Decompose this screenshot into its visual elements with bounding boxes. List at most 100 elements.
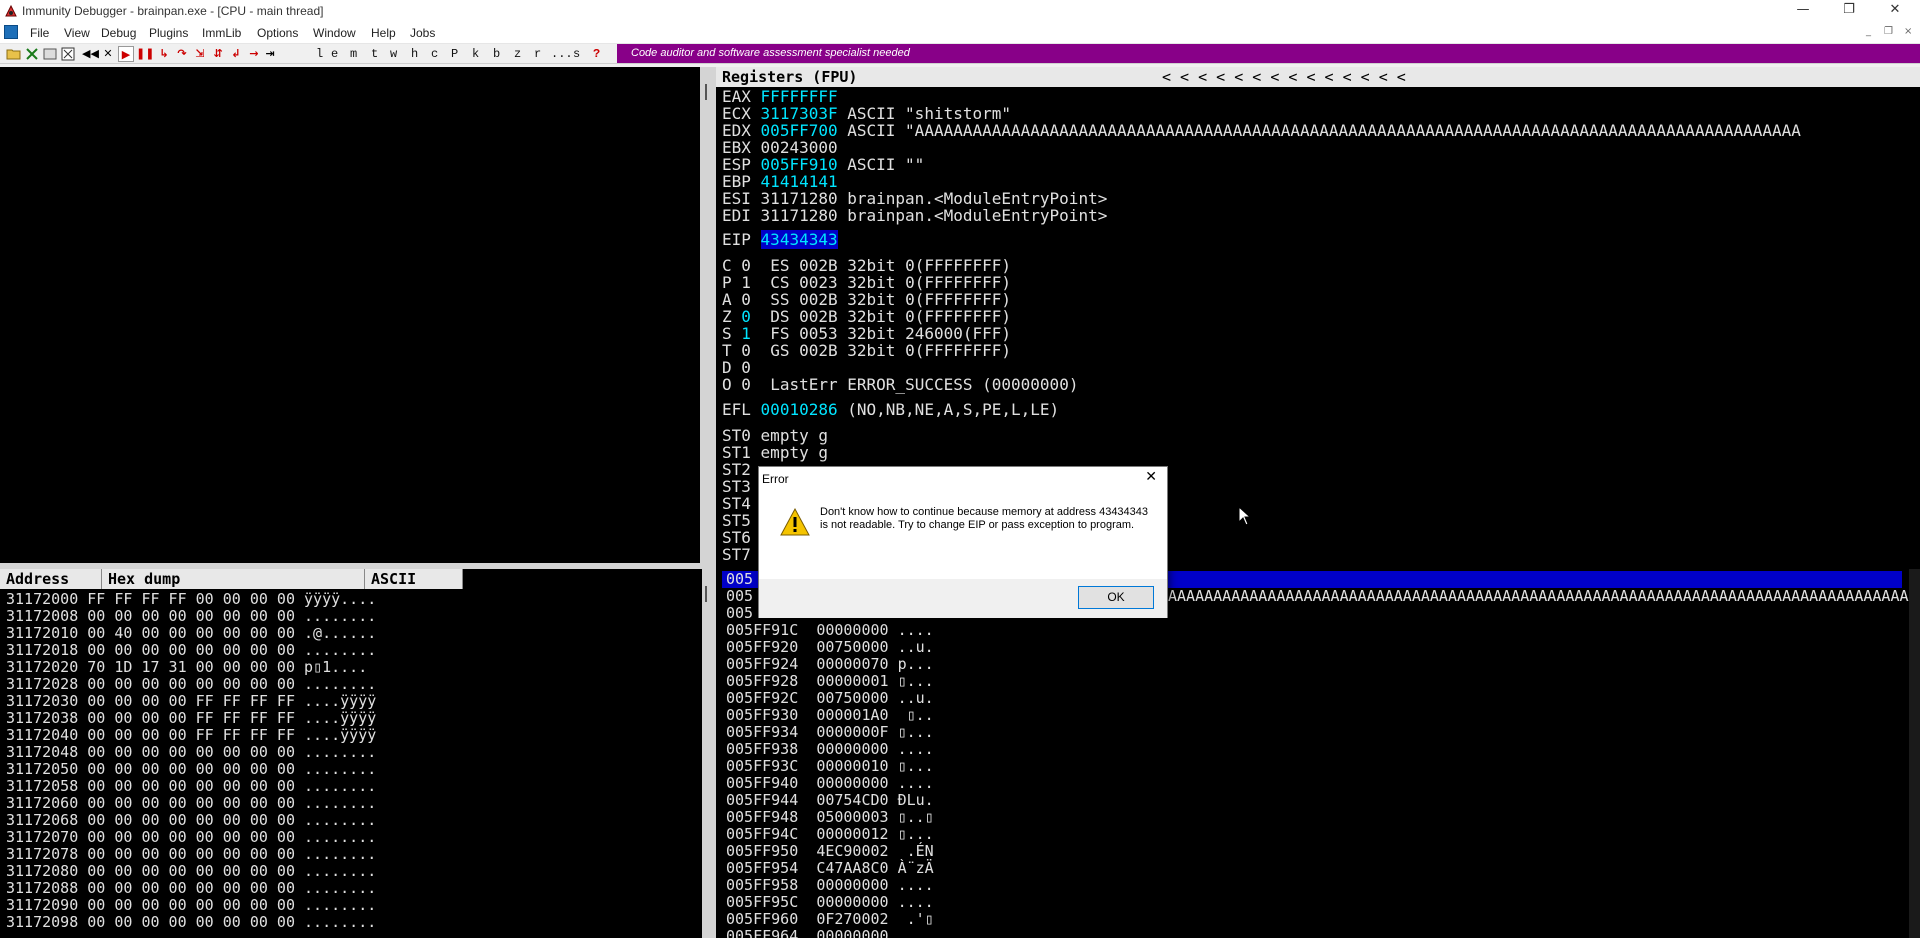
toolbar-callstack-button[interactable]: k <box>472 47 479 61</box>
toolbar-patches-button[interactable]: P <box>451 47 458 61</box>
register-row[interactable]: EAX FFFFFFFF <box>722 88 847 105</box>
menu-window[interactable]: Window <box>313 26 356 40</box>
register-value[interactable]: 31171280 <box>761 206 838 225</box>
mdi-close-button[interactable]: × <box>1904 26 1912 37</box>
dialog-close-button[interactable]: ✕ <box>1145 469 1157 485</box>
stack-row[interactable]: 005FF93C 00000010 ▯... <box>726 758 934 775</box>
register-row[interactable]: ESI 31171280 brainpan.<ModuleEntryPoint> <box>722 190 1107 207</box>
dump-col-ascii[interactable]: ASCII <box>365 569 463 589</box>
register-row[interactable]: EDX 005FF700 ASCII "AAAAAAAAAAAAAAAAAAAA… <box>722 122 1801 139</box>
stack-scrollbar[interactable] <box>1909 569 1920 938</box>
toolbar-log-button[interactable]: l <box>316 47 323 61</box>
register-row[interactable]: ECX 3117303F ASCII "shitstorm" <box>722 105 1011 122</box>
flag-row[interactable]: P 1 CS 0023 32bit 0(FFFFFFFF) <box>722 274 1011 291</box>
toolbar-windows-button[interactable]: w <box>390 47 397 61</box>
dump-row[interactable]: 31172050 00 00 00 00 00 00 00 00 .......… <box>6 761 376 778</box>
dump-row[interactable]: 31172048 00 00 00 00 00 00 00 00 .......… <box>6 744 376 761</box>
attach-icon[interactable] <box>60 46 76 62</box>
step-back-icon[interactable]: ◀◀ <box>82 46 99 62</box>
run-icon[interactable]: ▶ <box>118 46 134 62</box>
mdi-restore-button[interactable]: ❐ <box>1884 26 1893 37</box>
stack-row[interactable]: 005FF940 00000000 .... <box>726 775 934 792</box>
close-button[interactable]: ✕ <box>1872 0 1918 22</box>
stack-row[interactable]: 005FF928 00000001 ▯... <box>726 673 934 690</box>
registers-header[interactable]: Registers (FPU) < < < < < < < < < < < < … <box>716 67 1920 87</box>
stack-row[interactable]: 005 AAAAAAAAAAAAAAAAAAAAAAAAAAAAAAAAAAAAA… <box>726 588 1920 605</box>
stack-row[interactable]: 005FF958 00000000 .... <box>726 877 934 894</box>
dump-row[interactable]: 31172090 00 00 00 00 00 00 00 00 .......… <box>6 897 376 914</box>
toolbar-source-button[interactable]: s <box>573 47 580 61</box>
stack-row[interactable]: 005FF960 0F270002 .'▯ <box>726 911 934 928</box>
dump-row[interactable]: 31172078 00 00 00 00 00 00 00 00 .......… <box>6 846 376 863</box>
fpu-row[interactable]: ST4 <box>722 495 751 512</box>
toolbar-modules-button[interactable]: e <box>331 47 338 61</box>
register-row[interactable]: EBX 00243000 <box>722 139 847 156</box>
dump-row[interactable]: 31172098 00 00 00 00 00 00 00 00 .......… <box>6 914 376 931</box>
trace-over-icon[interactable]: ⇵ <box>210 46 226 62</box>
toolbar-references-button[interactable]: r <box>534 47 541 61</box>
toolbar-memory-button[interactable]: m <box>350 47 357 61</box>
menu-jobs[interactable]: Jobs <box>410 26 435 40</box>
pause-icon[interactable]: ❚❚ <box>136 46 154 62</box>
go-to-icon[interactable]: → <box>246 46 262 62</box>
fpu-row[interactable]: ST7 <box>722 546 751 563</box>
toolbar-help-button[interactable]: ? <box>593 47 600 61</box>
dump-row[interactable]: 31172040 00 00 00 00 FF FF FF FF ....ÿÿÿ… <box>6 727 376 744</box>
open-folder-icon[interactable] <box>6 46 22 62</box>
efl-row[interactable]: EFL 00010286 (NO,NB,NE,A,S,PE,L,LE) <box>722 401 1059 418</box>
register-row[interactable]: EBP 41414141 <box>722 173 847 190</box>
menu-view[interactable]: View <box>64 26 90 40</box>
dump-row[interactable]: 31172080 00 00 00 00 00 00 00 00 .......… <box>6 863 376 880</box>
fpu-row[interactable]: ST5 <box>722 512 751 529</box>
fpu-row[interactable]: ST2 <box>722 461 751 478</box>
flag-row[interactable]: D 0 <box>722 359 751 376</box>
trace-into-icon[interactable]: ⇲ <box>192 46 208 62</box>
hex-dump-pane[interactable]: Address Hex dump ASCII 31172000 FF FF FF… <box>0 569 702 938</box>
stack-row[interactable]: 005FF930 000001A0 ▯.. <box>726 707 934 724</box>
flag-row[interactable]: O 0 LastErr ERROR_SUCCESS (00000000) <box>722 376 1078 393</box>
flag-row[interactable]: A 0 SS 002B 32bit 0(FFFFFFFF) <box>722 291 1011 308</box>
registers-header-arrows[interactable]: < < < < < < < < < < < < < < <box>1162 67 1406 87</box>
cpu-window-icon[interactable] <box>4 25 18 39</box>
register-row[interactable]: ESP 005FF910 ASCII "" <box>722 156 924 173</box>
menu-options[interactable]: Options <box>257 26 298 40</box>
menu-plugins[interactable]: Plugins <box>149 26 188 40</box>
vertical-splitter[interactable] <box>700 67 716 938</box>
stop-icon[interactable]: ✕ <box>100 46 116 62</box>
stack-row[interactable]: 005FF950 4EC90002 .ÉN <box>726 843 934 860</box>
flag-row[interactable]: Z 0 DS 002B 32bit 0(FFFFFFFF) <box>722 308 1011 325</box>
toolbar-cpu-button[interactable]: c <box>431 47 438 61</box>
dump-row[interactable]: 31172068 00 00 00 00 00 00 00 00 .......… <box>6 812 376 829</box>
stack-pane[interactable]: 005 005 AAAAAAAAAAAAAAAAAAAAAAAAAAAAAAAAA… <box>716 569 1920 938</box>
mdi-minimize-button[interactable]: _ <box>1866 26 1871 37</box>
efl-value[interactable]: 00010286 <box>761 400 838 419</box>
dump-row[interactable]: 31172028 00 00 00 00 00 00 00 00 .......… <box>6 676 376 693</box>
step-into-icon[interactable]: ↳ <box>156 46 172 62</box>
dump-row[interactable]: 31172088 00 00 00 00 00 00 00 00 .......… <box>6 880 376 897</box>
step-over-icon[interactable]: ↷ <box>174 46 190 62</box>
eip-value[interactable]: 43434343 <box>760 230 838 249</box>
stack-row[interactable]: 005FF938 00000000 .... <box>726 741 934 758</box>
dump-row[interactable]: 31172030 00 00 00 00 FF FF FF FF ....ÿÿÿ… <box>6 693 376 710</box>
stack-row[interactable]: 005FF934 0000000F ▯... <box>726 724 934 741</box>
stack-row[interactable]: 005FF91C 00000000 .... <box>726 622 934 639</box>
dump-row[interactable]: 31172000 FF FF FF FF 00 00 00 00 ÿÿÿÿ...… <box>6 591 376 608</box>
menu-debug[interactable]: Debug <box>101 26 136 40</box>
stack-row[interactable]: 005FF948 05000003 ▯..▯ <box>726 809 934 826</box>
stack-row[interactable]: 005FF92C 00750000 ..u. <box>726 690 934 707</box>
eip-row[interactable]: EIP 43434343 <box>722 230 838 249</box>
stack-row[interactable]: 005FF964 00000000 .... <box>726 928 934 938</box>
dump-row[interactable]: 31172060 00 00 00 00 00 00 00 00 .......… <box>6 795 376 812</box>
stack-row[interactable]: 005FF95C 00000000 .... <box>726 894 934 911</box>
ok-button[interactable]: OK <box>1078 586 1154 609</box>
menu-immlib[interactable]: ImmLib <box>202 26 241 40</box>
dump-col-hex[interactable]: Hex dump <box>102 569 365 589</box>
dump-row[interactable]: 31172020 70 1D 17 31 00 00 00 00 p▯1.... <box>6 659 367 676</box>
fpu-row[interactable]: ST0 empty g <box>722 427 828 444</box>
dump-row[interactable]: 31172038 00 00 00 00 FF FF FF FF ....ÿÿÿ… <box>6 710 376 727</box>
flag-row[interactable]: T 0 GS 002B 32bit 0(FFFFFFFF) <box>722 342 1011 359</box>
flag-row[interactable]: S 1 FS 0053 32bit 246000(FFF) <box>722 325 1011 342</box>
dump-col-address[interactable]: Address <box>0 569 102 589</box>
toolbar-threads-button[interactable]: t <box>371 47 378 61</box>
promo-banner[interactable]: Code auditor and software assessment spe… <box>617 44 1920 63</box>
